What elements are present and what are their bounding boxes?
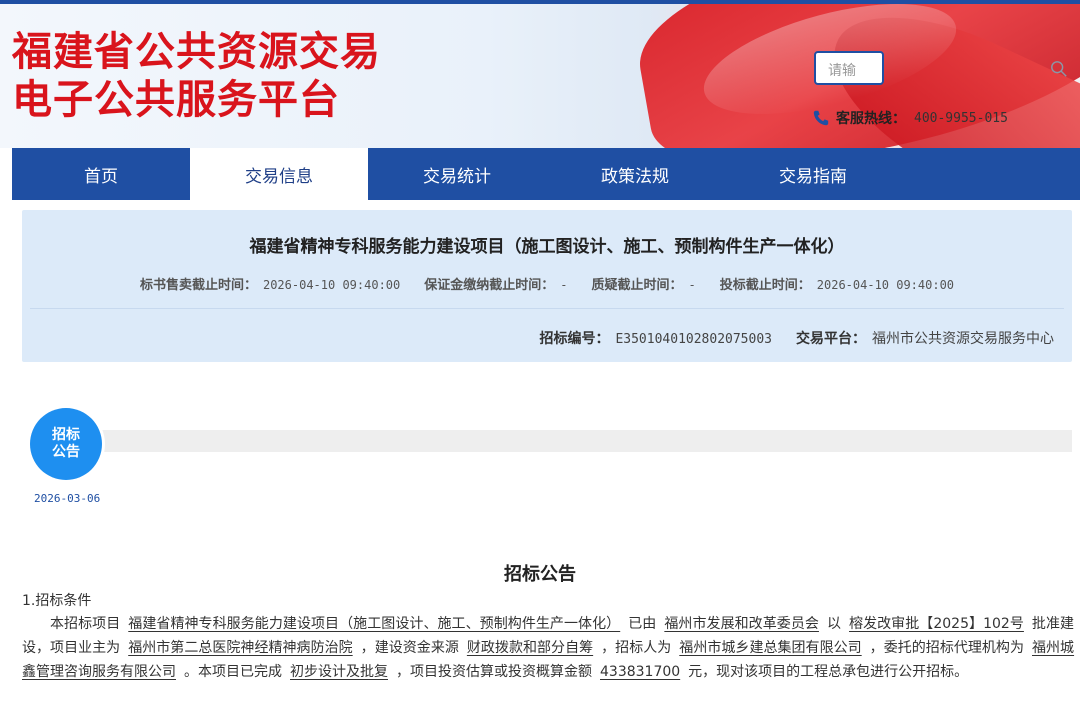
field-owner: 福州市第二总医院神经精神病防治院 bbox=[128, 640, 353, 656]
deadline-deposit: 保证金缴纳截止时间： - bbox=[424, 278, 568, 293]
site-logo-line1[interactable]: 福建省公共资源交易 bbox=[12, 30, 381, 74]
field-tenderer: 福州市城乡建总集团有限公司 bbox=[679, 640, 862, 656]
site-header: 福建省公共资源交易 电子公共服务平台 请输 客服热线： 400-9955-015 bbox=[0, 0, 1080, 148]
search-icon[interactable] bbox=[1050, 60, 1068, 78]
field-fund-source: 财政拨款和部分自筹 bbox=[466, 640, 594, 656]
customer-hotline: 客服热线： 400-9955-015 bbox=[812, 108, 1008, 128]
field-amount: 433831700 bbox=[600, 664, 681, 680]
panel-divider bbox=[30, 308, 1064, 309]
hotline-number: 400-9955-015 bbox=[914, 110, 1008, 126]
trade-platform: 交易平台： 福州市公共资源交易服务中心 bbox=[796, 331, 1054, 347]
search-input[interactable]: 请输 bbox=[814, 51, 884, 85]
field-approver: 福州市发展和改革委员会 bbox=[664, 616, 819, 632]
timeline-stage-tender-notice[interactable]: 招标 公告 bbox=[30, 408, 102, 480]
announcement-body: 本招标项目 福建省精神专科服务能力建设项目（施工图设计、施工、预制构件生产一体化）… bbox=[22, 616, 1075, 680]
deadline-question: 质疑截止时间： - bbox=[591, 278, 696, 293]
phone-icon bbox=[813, 110, 829, 126]
site-logo-line2[interactable]: 电子公共服务平台 bbox=[12, 78, 340, 122]
field-approval-no: 榕发改审批【2025】102号 bbox=[849, 616, 1024, 632]
bid-number: 招标编号： E3501040102802075003 bbox=[539, 331, 772, 347]
hotline-label: 客服热线： bbox=[836, 111, 906, 127]
announcement-title: 招标公告 bbox=[504, 564, 576, 585]
announcement-section-heading: 1.招标条件 bbox=[22, 593, 92, 609]
project-title: 福建省精神专科服务能力建设项目（施工图设计、施工、预制构件生产一体化） bbox=[249, 237, 845, 257]
main-nav: 首页 交易信息 交易统计 政策法规 交易指南 bbox=[12, 148, 1080, 200]
timeline-track bbox=[100, 430, 1072, 452]
field-stage-done: 初步设计及批复 bbox=[290, 664, 388, 680]
deadline-bid: 投标截止时间： 2026-04-10 09:40:00 bbox=[719, 278, 955, 293]
nav-item-trade-stats[interactable]: 交易统计 bbox=[368, 148, 546, 200]
nav-item-policies[interactable]: 政策法规 bbox=[546, 148, 724, 200]
timeline-stage-date: 2026-03-06 bbox=[34, 492, 101, 505]
nav-item-guide[interactable]: 交易指南 bbox=[724, 148, 902, 200]
project-info-panel: 福建省精神专科服务能力建设项目（施工图设计、施工、预制构件生产一体化） 标书售卖… bbox=[22, 210, 1072, 362]
deadline-row: 标书售卖截止时间： 2026-04-10 09:40:00 保证金缴纳截止时间： -… bbox=[22, 274, 1072, 293]
nav-item-trade-info[interactable]: 交易信息 bbox=[190, 148, 368, 200]
field-project-name: 福建省精神专科服务能力建设项目（施工图设计、施工、预制构件生产一体化） bbox=[128, 616, 621, 632]
deadline-doc-sale: 标书售卖截止时间： 2026-04-10 09:40:00 bbox=[139, 278, 401, 293]
nav-item-home[interactable]: 首页 bbox=[12, 148, 190, 200]
project-meta: 招标编号： E3501040102802075003 交易平台： 福州市公共资源交易… bbox=[515, 328, 1054, 348]
